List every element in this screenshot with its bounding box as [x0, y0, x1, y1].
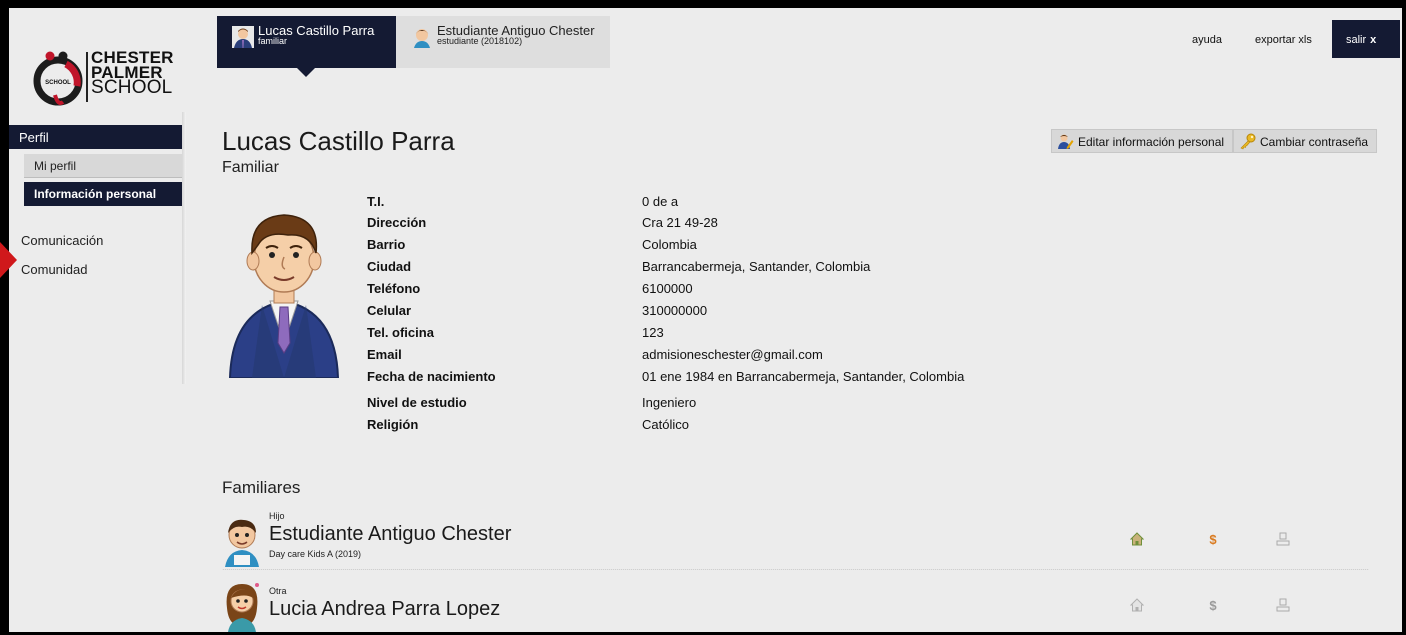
field-label-ciudad: Ciudad	[367, 259, 412, 274]
sidebar-item-comunicacion[interactable]: Comunicación	[21, 233, 103, 248]
close-icon: x	[1370, 34, 1377, 46]
field-label-telefono: Teléfono	[367, 281, 421, 296]
family-section-title: Familiares	[222, 478, 301, 497]
field-value-nivel-estudio: Ingeniero	[642, 395, 697, 410]
field-value-ciudad: Barrancabermeja, Santander, Colombia	[642, 259, 871, 274]
logo-divider	[86, 52, 88, 102]
child-avatar-icon	[225, 519, 259, 567]
family-relation: Otra	[269, 586, 287, 596]
tab-subtitle: familiar	[258, 36, 288, 46]
page-subtitle: Familiar	[222, 159, 279, 176]
help-link[interactable]: ayuda	[1192, 34, 1222, 46]
field-label-direccion: Dirección	[367, 215, 427, 230]
house-icon[interactable]	[1130, 598, 1144, 612]
sidebar-item-informacion-personal[interactable]: Información personal	[24, 182, 184, 206]
svg-text:SCHOOL: SCHOOL	[45, 80, 71, 86]
field-label-ti: T.I.	[367, 194, 385, 209]
student-avatar-icon	[414, 29, 430, 48]
relative-avatar-icon	[226, 583, 259, 632]
tab-subtitle: estudiante (2018102)	[437, 36, 523, 46]
family-row[interactable]: Hijo Estudiante Antiguo Chester Day care…	[222, 511, 1369, 567]
field-value-religion: Católico	[642, 417, 689, 432]
field-value-email[interactable]: admisioneschester@gmail.com	[642, 347, 823, 362]
school-name: CHESTER PALMER SCHOOL	[91, 49, 174, 98]
tab-estudiante-antiguo-chester[interactable]: Estudiante Antiguo Chester estudiante (2…	[396, 16, 610, 68]
svg-text:$: $	[1209, 532, 1217, 546]
key-icon	[1240, 133, 1256, 150]
field-value-tel-oficina: 123	[642, 325, 664, 340]
edit-info-label: Editar información personal	[1078, 135, 1225, 149]
sidebar-section-perfil[interactable]: Perfil	[9, 125, 186, 149]
field-label-tel-oficina: Tel. oficina	[367, 325, 434, 340]
school-logo-icon: SCHOOL	[33, 51, 83, 106]
logout-label: salir	[1346, 34, 1367, 46]
family-member-detail: Day care Kids A (2019)	[269, 549, 362, 559]
field-label-nivel-estudio: Nivel de estudio	[367, 395, 467, 410]
logout-button[interactable]: salir x	[1332, 20, 1400, 58]
user-icon[interactable]	[1276, 598, 1290, 612]
logo-line3: SCHOOL	[91, 77, 173, 98]
profile-photo	[222, 193, 346, 379]
change-password-label: Cambiar contraseña	[1260, 135, 1369, 149]
house-icon[interactable]	[1130, 532, 1144, 546]
parent-avatar-icon	[232, 26, 254, 48]
family-member-name[interactable]: Estudiante Antiguo Chester	[269, 523, 511, 546]
field-value-barrio: Colombia	[642, 237, 697, 252]
page-title: Lucas Castillo Parra	[222, 126, 455, 156]
sidebar: SCHOOL CHESTER PALMER SCHOOL Perfil Mi p…	[9, 8, 186, 632]
edit-info-button[interactable]: Editar información personal	[1051, 129, 1234, 153]
tab-lucas-castillo-parra[interactable]: Lucas Castillo Parra familiar	[217, 16, 396, 77]
edit-user-icon	[1058, 134, 1074, 149]
field-value-fecha-nacimiento: 01 ene 1984 en Barrancabermeja, Santande…	[642, 369, 965, 384]
user-icon[interactable]	[1276, 532, 1290, 546]
family-relation: Hijo	[269, 511, 285, 521]
field-label-celular: Celular	[367, 303, 412, 318]
dollar-icon[interactable]: $	[1206, 532, 1220, 546]
field-label-email: Email	[367, 347, 402, 362]
change-password-button[interactable]: Cambiar contraseña	[1233, 129, 1378, 153]
app-screen: SCHOOL CHESTER PALMER SCHOOL Perfil Mi p…	[9, 8, 1402, 632]
school-logo[interactable]: SCHOOL CHESTER PALMER SCHOOL	[33, 46, 193, 110]
dollar-icon[interactable]: $	[1206, 598, 1220, 612]
sidebar-item-mi-perfil[interactable]: Mi perfil	[24, 154, 184, 178]
field-label-fecha-nacimiento: Fecha de nacimiento	[367, 369, 496, 384]
export-xls-link[interactable]: exportar xls	[1255, 34, 1312, 46]
field-value-telefono: 6100000	[642, 281, 693, 296]
field-value-direccion: Cra 21 49-28	[642, 215, 718, 230]
red-pointer-arrow	[0, 242, 17, 278]
parent-portrait-icon	[222, 193, 346, 379]
family-member-name[interactable]: Lucia Andrea Parra Lopez	[269, 598, 500, 621]
family-divider	[222, 569, 1369, 570]
field-value-ti: 0 de a	[642, 194, 679, 209]
sidebar-edge	[182, 112, 186, 384]
svg-text:$: $	[1209, 598, 1217, 612]
sidebar-item-comunidad[interactable]: Comunidad	[21, 262, 88, 277]
field-label-barrio: Barrio	[367, 237, 406, 252]
field-value-celular: 310000000	[642, 303, 708, 318]
field-label-religion: Religión	[367, 417, 419, 432]
family-row[interactable]: Otra Lucia Andrea Parra Lopez $	[222, 576, 1369, 632]
